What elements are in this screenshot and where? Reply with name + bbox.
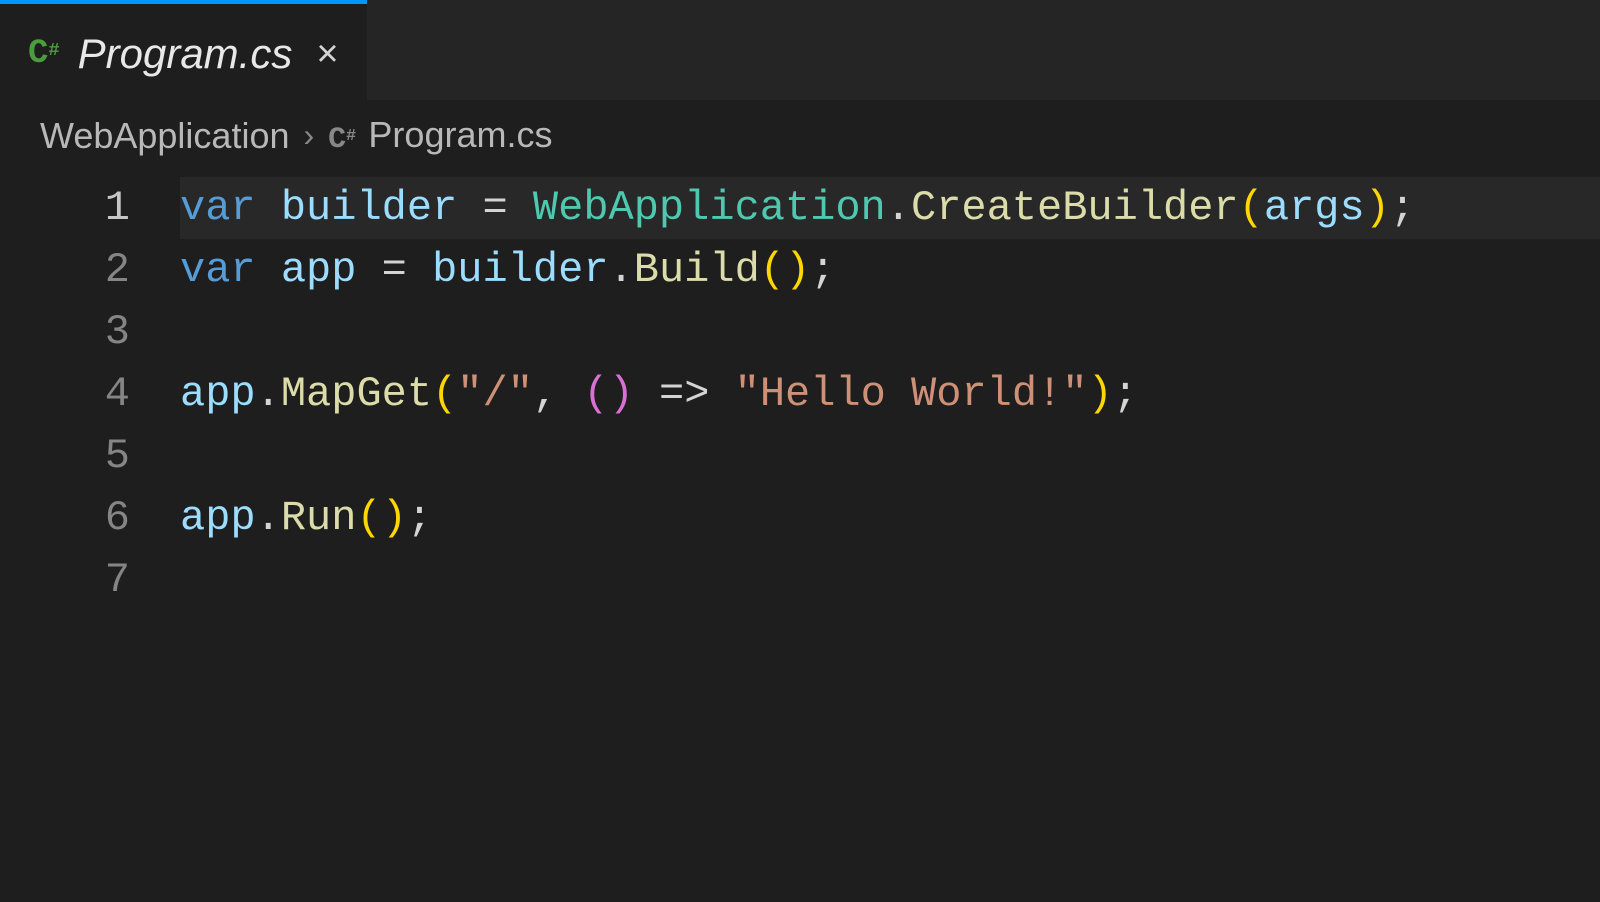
csharp-icon: C# [328, 121, 364, 154]
line-number: 3 [0, 301, 130, 363]
line-number: 7 [0, 549, 130, 611]
code-line[interactable]: var app = builder.Build(); [180, 239, 1600, 301]
line-number: 2 [0, 239, 130, 301]
tab-program-cs[interactable]: C# Program.cs × [0, 0, 367, 104]
code-content[interactable]: var builder = WebApplication.CreateBuild… [180, 177, 1600, 611]
tab-label: Program.cs [78, 30, 293, 78]
code-line[interactable]: app.MapGet("/", () => "Hello World!"); [180, 363, 1600, 425]
breadcrumb-file[interactable]: C# Program.cs [328, 114, 552, 157]
line-number-gutter: 1 2 3 4 5 6 7 [0, 177, 180, 611]
chevron-right-icon: › [304, 117, 315, 154]
line-number: 4 [0, 363, 130, 425]
breadcrumb-project[interactable]: WebApplication [40, 115, 290, 157]
code-line[interactable]: var builder = WebApplication.CreateBuild… [180, 177, 1600, 239]
line-number: 5 [0, 425, 130, 487]
breadcrumb: WebApplication › C# Program.cs [0, 100, 1600, 171]
line-number: 1 [0, 177, 130, 239]
code-line[interactable] [180, 549, 1600, 611]
code-editor[interactable]: 1 2 3 4 5 6 7 var builder = WebApplicati… [0, 171, 1600, 611]
csharp-icon: C# [28, 35, 60, 73]
breadcrumb-file-label: Program.cs [368, 114, 552, 155]
close-icon[interactable]: × [310, 33, 338, 76]
code-line[interactable]: app.Run(); [180, 487, 1600, 549]
tab-bar: C# Program.cs × [0, 0, 1600, 100]
code-line[interactable] [180, 301, 1600, 363]
line-number: 6 [0, 487, 130, 549]
code-line[interactable] [180, 425, 1600, 487]
